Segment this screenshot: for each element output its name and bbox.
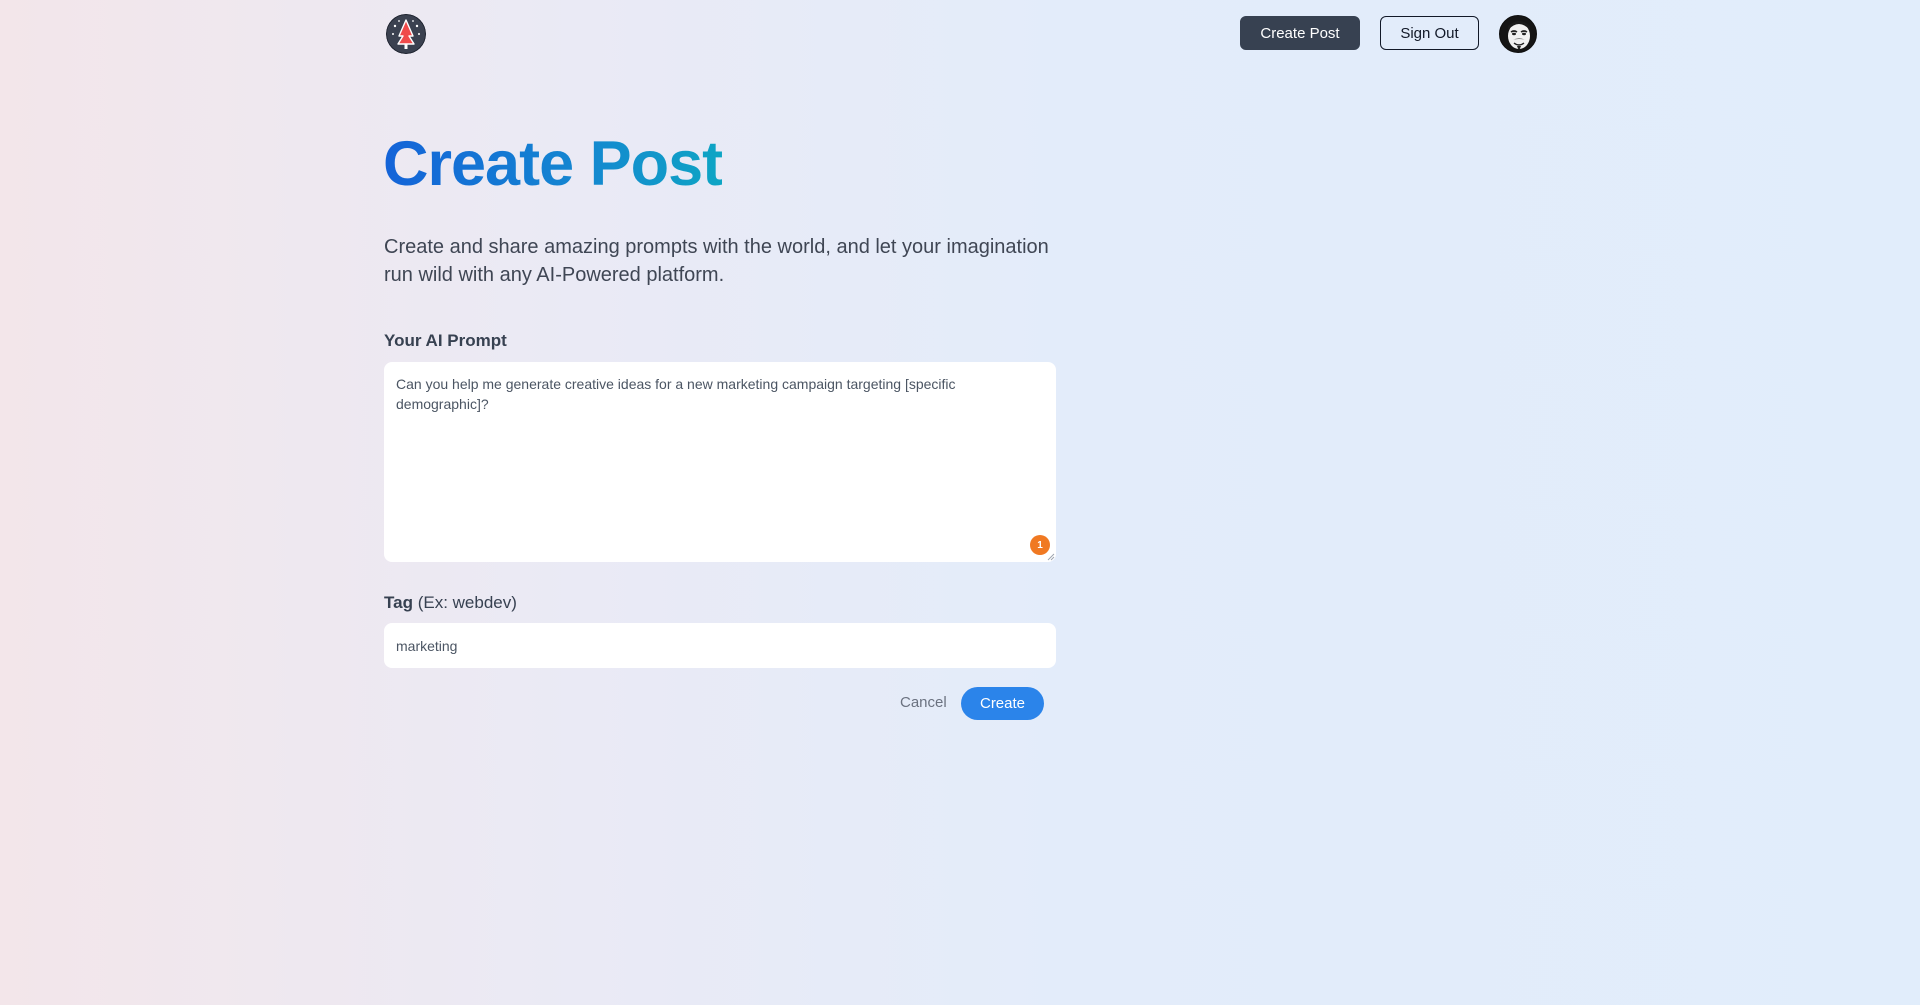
user-avatar-icon[interactable]: [1499, 15, 1537, 53]
resize-handle-icon[interactable]: [1047, 553, 1055, 561]
grammar-badge-icon[interactable]: 1: [1030, 535, 1050, 555]
logo-icon[interactable]: [386, 14, 426, 54]
cancel-link[interactable]: Cancel: [900, 694, 947, 711]
tag-hint: (Ex: webdev): [417, 593, 517, 612]
prompt-text[interactable]: Can you help me generate creative ideas …: [396, 374, 996, 414]
tag-label: Tag (Ex: webdev): [384, 593, 517, 613]
page-title: Create Post: [383, 129, 723, 199]
page-description: Create and share amazing prompts with th…: [384, 236, 1049, 286]
create-button[interactable]: Create: [961, 687, 1044, 720]
create-post-button[interactable]: Create Post: [1240, 16, 1360, 50]
sign-out-button[interactable]: Sign Out: [1380, 16, 1479, 50]
prompt-textarea[interactable]: Can you help me generate creative ideas …: [384, 362, 1056, 562]
prompt-label: Your AI Prompt: [384, 331, 507, 350]
navbar: Create Post Sign Out: [384, 14, 1537, 54]
tag-label-text: Tag: [384, 593, 413, 612]
tag-input[interactable]: [384, 623, 1056, 668]
